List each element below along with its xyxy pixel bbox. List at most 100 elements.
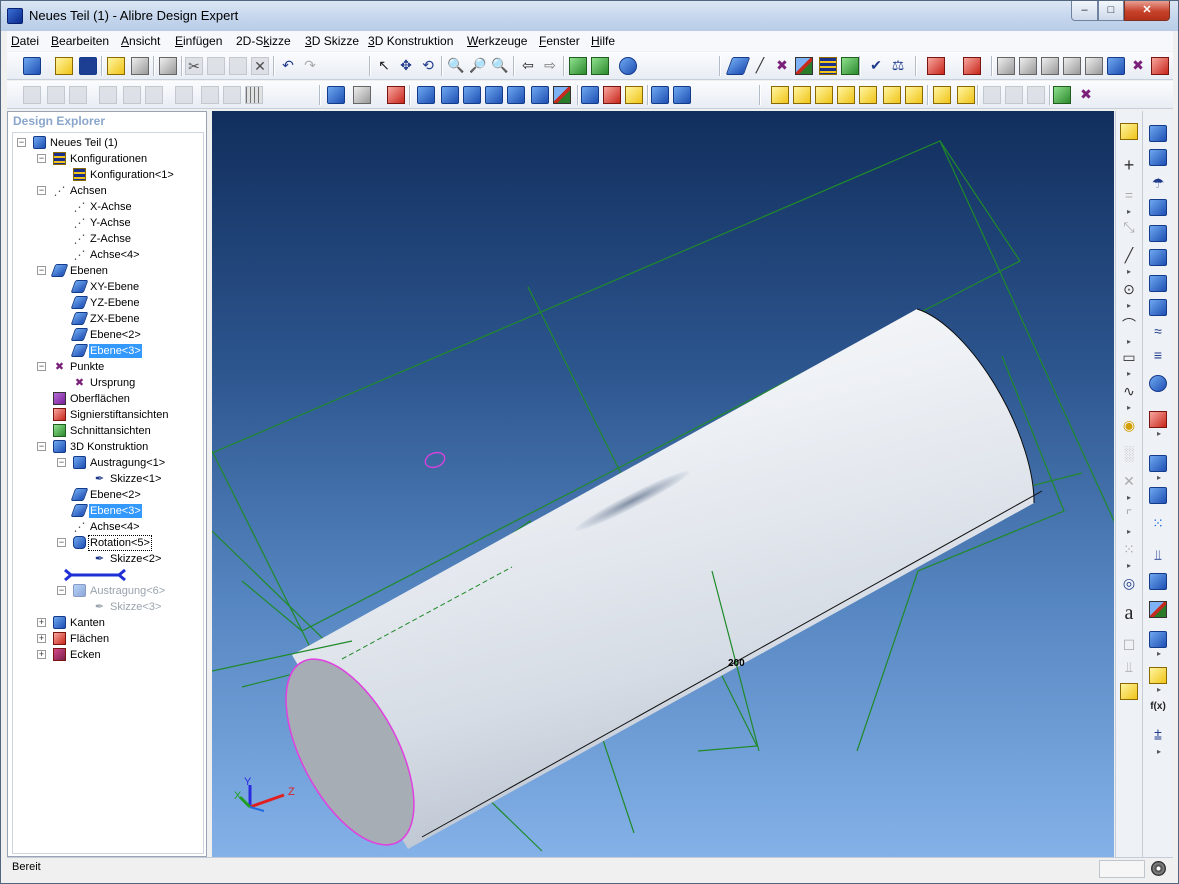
dimension-icon[interactable]: [463, 86, 481, 104]
line-tool-icon[interactable]: ╱: [1120, 247, 1138, 264]
tree-node-sketch-3[interactable]: ✒ Skizze<3>: [13, 599, 203, 615]
collapse-toggle[interactable]: −: [17, 138, 26, 147]
render-icon[interactable]: [619, 57, 637, 75]
arc-tool-icon[interactable]: ⌒: [1120, 317, 1138, 334]
tree-node-feature-plane-3[interactable]: Ebene<3>: [13, 503, 203, 519]
point-tool-icon[interactable]: ◉: [1120, 417, 1138, 434]
tree-node-extrude-1[interactable]: − Austragung<1>: [13, 455, 203, 471]
chamfer-sketch-icon[interactable]: [145, 86, 163, 104]
coincident-icon[interactable]: [531, 86, 549, 104]
display-dropdown-icon[interactable]: [353, 86, 371, 104]
delete-icon[interactable]: ✕: [251, 57, 269, 75]
extrude-cut-feature-icon[interactable]: [1149, 149, 1167, 166]
tree-node-configurations[interactable]: − Konfigurationen: [13, 151, 203, 167]
open-workspace-icon[interactable]: [107, 57, 125, 75]
revolve-boss-icon[interactable]: [793, 86, 811, 104]
equal-icon[interactable]: =: [1120, 187, 1138, 204]
measure-icon[interactable]: [569, 57, 587, 75]
sphere-feature-icon[interactable]: [1149, 375, 1167, 392]
feature-tree[interactable]: − Neues Teil (1) − Konfigurationen Konfi…: [12, 132, 204, 854]
menu-hilfe[interactable]: Hilfe: [591, 34, 615, 48]
tree-node-root[interactable]: − Neues Teil (1): [13, 135, 203, 151]
tree-node-axes[interactable]: − ⋰ Achsen: [13, 183, 203, 199]
mass-properties-icon[interactable]: ⚖: [889, 57, 907, 75]
corner-tool-icon[interactable]: ⌜: [1120, 507, 1138, 524]
collapse-toggle[interactable]: −: [37, 186, 46, 195]
insert-image-icon[interactable]: [1120, 683, 1138, 700]
rollback-bar[interactable]: [63, 568, 127, 582]
tree-node-sections[interactable]: Schnittansichten: [13, 423, 203, 439]
loft-cut-feature-icon[interactable]: [1149, 249, 1167, 266]
view-iso-icon[interactable]: ✖: [1129, 57, 1147, 75]
tree-node-axis-4[interactable]: ⋰ Achse<4>: [13, 247, 203, 263]
view-bottom-icon[interactable]: [1063, 57, 1081, 75]
rotate-view-icon[interactable]: ⟲: [419, 57, 437, 75]
menu-einfuegen[interactable]: Einfügen: [175, 34, 222, 48]
view-top-icon[interactable]: [1041, 57, 1059, 75]
extrude-feature-icon[interactable]: [1149, 125, 1167, 142]
tree-node-sketch-1[interactable]: ✒ Skizze<1>: [13, 471, 203, 487]
view-orientation-icon[interactable]: [927, 57, 945, 75]
rectangle-tool-icon[interactable]: ▭: [1120, 349, 1138, 366]
project-tool-icon[interactable]: ☐: [1120, 637, 1138, 654]
expand-toggle[interactable]: +: [37, 650, 46, 659]
hole-icon[interactable]: [1053, 86, 1071, 104]
tree-node-config-1[interactable]: Konfiguration<1>: [13, 167, 203, 183]
sketch-circle[interactable]: [423, 450, 447, 470]
sweep-boss-icon[interactable]: [837, 86, 855, 104]
pan-icon[interactable]: ✥: [397, 57, 415, 75]
menu-3d-konstruktion[interactable]: 3D Konstruktion: [368, 34, 453, 48]
plane-angle-icon[interactable]: [603, 86, 621, 104]
menu-2d-skizze[interactable]: 2D-Skizze: [236, 34, 291, 48]
fillet-tool-icon[interactable]: ░: [1120, 445, 1138, 462]
view-left-icon[interactable]: [1085, 57, 1103, 75]
tree-node-vertices[interactable]: + Ecken: [13, 647, 203, 663]
view-normal-icon[interactable]: [1151, 57, 1169, 75]
shell-icon[interactable]: [983, 86, 1001, 104]
config-table-icon[interactable]: [819, 57, 837, 75]
tree-node-plane-2[interactable]: Ebene<2>: [13, 327, 203, 343]
sketch-edit-icon[interactable]: [1120, 123, 1138, 140]
snap-icon[interactable]: [223, 86, 241, 104]
revolve-feature-icon[interactable]: ☂: [1149, 175, 1167, 192]
scale-feature-icon[interactable]: [1149, 667, 1167, 684]
measure-feature-icon[interactable]: ⩲: [1149, 727, 1167, 744]
zoom-window-icon[interactable]: 🔎: [469, 57, 487, 75]
cut-icon[interactable]: ✂: [185, 57, 203, 75]
loft-feature-icon[interactable]: [1149, 225, 1167, 242]
equation-feature-icon[interactable]: f(x): [1149, 699, 1167, 716]
sweep-feature-icon[interactable]: [1149, 275, 1167, 292]
mirror-icon[interactable]: [99, 86, 117, 104]
mirror-feature-icon[interactable]: ⫫: [1149, 547, 1167, 564]
tree-node-sketch-2[interactable]: ✒ Skizze<2>: [13, 551, 203, 567]
section-icon[interactable]: [841, 57, 859, 75]
tree-node-planes[interactable]: − Ebenen: [13, 263, 203, 279]
revolve-cut-feature-icon[interactable]: [1149, 199, 1167, 216]
previous-view-icon[interactable]: ⇦: [519, 57, 537, 75]
surface-icon[interactable]: [795, 57, 813, 75]
dimension-tool-icon[interactable]: ⤡: [1120, 219, 1138, 236]
reference-icon[interactable]: [553, 86, 571, 104]
tree-node-z-axis[interactable]: ⋰ Z-Achse: [13, 231, 203, 247]
anchor-icon[interactable]: [441, 86, 459, 104]
offset-tool-icon[interactable]: ◎: [1120, 575, 1138, 592]
redo-icon[interactable]: ↷: [301, 57, 319, 75]
title-bar[interactable]: Neues Teil (1) - Alibre Design Expert – …: [1, 1, 1178, 31]
expand-toggle[interactable]: +: [37, 618, 46, 627]
extrude-boss-icon[interactable]: [771, 86, 789, 104]
tangent-icon[interactable]: [507, 86, 525, 104]
sketch-icon[interactable]: [387, 86, 405, 104]
tree-node-edges[interactable]: + Kanten: [13, 615, 203, 631]
menu-datei[interactable]: Datei: [11, 34, 39, 48]
fillet-icon[interactable]: [933, 86, 951, 104]
tree-node-xy-plane[interactable]: XY-Ebene: [13, 279, 203, 295]
align-icon[interactable]: [417, 86, 435, 104]
shaded-display-icon[interactable]: [327, 86, 345, 104]
draft-icon[interactable]: [1005, 86, 1023, 104]
plus-icon[interactable]: +: [1120, 156, 1138, 174]
display-mode-icon[interactable]: [963, 57, 981, 75]
tree-node-feature-axis-4[interactable]: ⋰ Achse<4>: [13, 519, 203, 535]
expand-toggle[interactable]: +: [37, 634, 46, 643]
fillet-sketch-icon[interactable]: [123, 86, 141, 104]
collapse-toggle[interactable]: −: [57, 458, 66, 467]
